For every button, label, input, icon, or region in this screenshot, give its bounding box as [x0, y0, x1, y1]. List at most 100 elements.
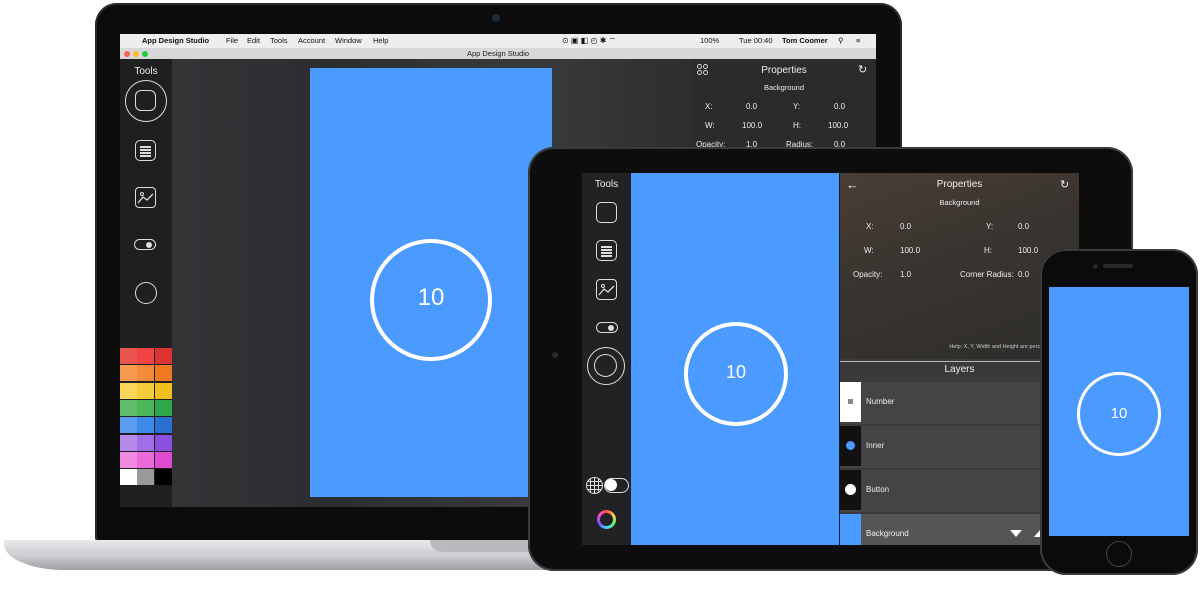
tools-title: Tools: [134, 66, 158, 77]
tablet-camera: [552, 352, 558, 358]
color-swatch[interactable]: [120, 399, 137, 416]
color-swatch[interactable]: [154, 348, 172, 364]
tablet-tool-image-icon[interactable]: [596, 279, 617, 300]
refresh-icon[interactable]: ↻: [858, 63, 867, 76]
color-palette: [120, 348, 172, 487]
y-value[interactable]: 0.0: [834, 102, 845, 111]
tool-circle-icon[interactable]: [135, 282, 157, 304]
color-swatch[interactable]: [137, 417, 155, 434]
color-swatch[interactable]: [120, 417, 137, 434]
color-swatch[interactable]: [120, 469, 137, 486]
grid-toggle-icon[interactable]: [586, 477, 603, 494]
minimize-window-button[interactable]: [133, 51, 139, 57]
color-swatch[interactable]: [154, 365, 172, 382]
menu-account[interactable]: Account: [298, 34, 325, 48]
tool-text-icon[interactable]: [135, 140, 156, 161]
status-icons[interactable]: ⊙ ▣ ◧ ◴ ✱ ⌔: [562, 34, 616, 48]
number-layer-icon: [848, 399, 853, 404]
color-wheel-icon[interactable]: [597, 510, 616, 529]
laptop-camera: [492, 14, 500, 22]
layer-thumbnail: [840, 470, 861, 510]
tablet-design-canvas[interactable]: 10: [631, 173, 839, 545]
spotlight-icon[interactable]: ⚲: [838, 34, 844, 48]
phone-speaker: [1103, 264, 1133, 268]
menu-help[interactable]: Help: [373, 34, 388, 48]
layer-name: Button: [866, 485, 890, 494]
tablet-radius-label: Corner Radius:: [960, 270, 1014, 279]
tools-panel: Tools: [120, 59, 172, 507]
h-label: H:: [793, 121, 801, 130]
tablet-h-value[interactable]: 100.0: [1018, 246, 1038, 255]
layer-name: Background: [866, 529, 909, 538]
color-swatch[interactable]: [137, 399, 155, 416]
menu-file[interactable]: File: [226, 34, 238, 48]
tablet-opacity-label: Opacity:: [853, 270, 883, 279]
y-label: Y:: [793, 102, 801, 111]
tablet-w-value[interactable]: 100.0: [900, 246, 920, 255]
h-value[interactable]: 100.0: [828, 121, 848, 130]
switch-knob-icon: [608, 324, 614, 331]
button-layer-icon: [845, 484, 856, 495]
tablet-tools-title: Tools: [594, 179, 619, 190]
color-swatch[interactable]: [120, 451, 137, 468]
tablet-y-value[interactable]: 0.0: [1018, 222, 1029, 231]
rounded-square-icon: [135, 90, 156, 111]
tablet-radius-value[interactable]: 0.0: [1018, 270, 1029, 279]
color-swatch[interactable]: [137, 365, 155, 382]
close-window-button[interactable]: [124, 51, 130, 57]
battery-level[interactable]: 100%: [700, 34, 719, 48]
color-swatch[interactable]: [137, 434, 155, 451]
menu-app-name[interactable]: App Design Studio: [142, 34, 209, 48]
color-swatch[interactable]: [154, 399, 172, 416]
zoom-window-button[interactable]: [142, 51, 148, 57]
menu-window[interactable]: Window: [335, 34, 362, 48]
color-swatch[interactable]: [137, 382, 155, 399]
color-swatch[interactable]: [154, 451, 172, 468]
tablet-tool-circle-icon[interactable]: [587, 347, 625, 385]
properties-subtitle: Background: [763, 83, 805, 92]
mac-menubar: App Design Studio File Edit Tools Accoun…: [120, 34, 876, 48]
color-swatch[interactable]: [154, 434, 172, 451]
phone-camera: [1093, 264, 1098, 269]
color-swatch[interactable]: [154, 417, 172, 434]
menu-edit[interactable]: Edit: [247, 34, 260, 48]
color-swatch[interactable]: [120, 348, 137, 364]
color-swatch[interactable]: [120, 382, 137, 399]
tablet-properties-title: Properties: [936, 179, 983, 190]
menubar-clock[interactable]: Tue 00:40: [739, 34, 773, 48]
tablet-tool-switch-icon[interactable]: [596, 322, 618, 333]
color-swatch[interactable]: [154, 382, 172, 399]
menu-tools[interactable]: Tools: [270, 34, 288, 48]
tablet-opacity-value[interactable]: 1.0: [900, 270, 911, 279]
color-swatch[interactable]: [137, 469, 155, 486]
tool-view-icon[interactable]: [125, 80, 167, 122]
tablet-canvas-number: 10: [725, 362, 747, 382]
x-value[interactable]: 0.0: [746, 102, 757, 111]
color-swatch[interactable]: [120, 365, 137, 382]
text-lines-icon: [601, 246, 612, 248]
w-value[interactable]: 100.0: [742, 121, 762, 130]
color-swatch[interactable]: [137, 348, 155, 364]
notification-center-icon[interactable]: ≡: [856, 34, 860, 48]
color-swatch[interactable]: [137, 451, 155, 468]
design-canvas[interactable]: 10: [310, 68, 552, 497]
tablet-refresh-icon[interactable]: ↻: [1060, 178, 1069, 191]
tablet-x-value[interactable]: 0.0: [900, 222, 911, 231]
tablet-w-label: W:: [864, 246, 874, 255]
phone-home-button[interactable]: [1106, 541, 1132, 567]
phone-screen[interactable]: 10: [1049, 287, 1189, 536]
tablet-tool-text-icon[interactable]: [596, 240, 617, 261]
tool-image-icon[interactable]: [135, 187, 156, 208]
window-titlebar: App Design Studio: [120, 48, 876, 59]
color-swatch[interactable]: [120, 434, 137, 451]
phone-number: 10: [1110, 405, 1128, 422]
grid-switch[interactable]: [604, 478, 629, 493]
tablet-tool-view-icon[interactable]: [596, 202, 617, 223]
menubar-user[interactable]: Tom Coomer: [782, 34, 828, 48]
tool-switch-icon[interactable]: [134, 239, 156, 250]
expand-triangle-icon[interactable]: [1010, 530, 1022, 537]
tablet-tools-panel: Tools: [582, 173, 631, 545]
inner-layer-icon: [846, 441, 855, 450]
properties-title: Properties: [761, 65, 807, 76]
color-swatch[interactable]: [154, 469, 172, 486]
